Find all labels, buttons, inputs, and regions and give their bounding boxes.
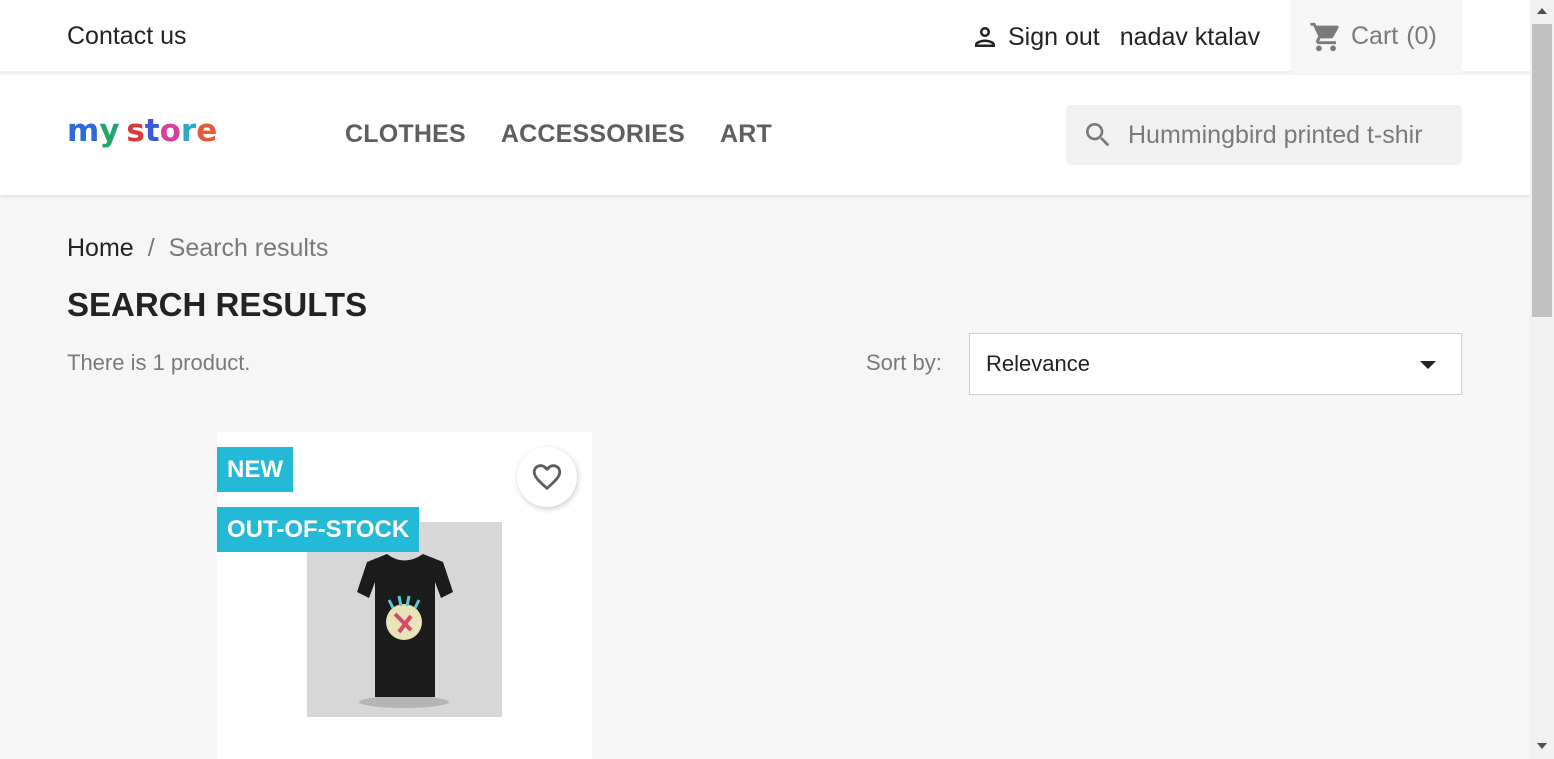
search-widget (1066, 105, 1462, 165)
category-menu: CLOTHES ACCESSORIES ART (345, 120, 772, 149)
user-icon (975, 27, 995, 47)
breadcrumb-current: Search results (168, 234, 329, 262)
chevron-down-icon (1420, 361, 1436, 369)
search-icon[interactable] (1082, 119, 1114, 151)
new-badge: NEW (217, 447, 293, 492)
cart-icon (1310, 22, 1339, 51)
breadcrumb: Home / Search results (67, 234, 328, 263)
scroll-up-icon[interactable] (1537, 8, 1547, 14)
top-nav: Contact us Sign out nadav ktalav Cart (0… (0, 0, 1530, 73)
scrollbar-thumb[interactable] (1532, 24, 1552, 317)
menu-item-accessories[interactable]: ACCESSORIES (501, 120, 685, 149)
product-count: There is 1 product. (67, 350, 251, 375)
out-of-stock-badge: OUT-OF-STOCK (217, 507, 420, 552)
cart-count: (0) (1406, 22, 1437, 50)
heart-icon (532, 464, 562, 491)
page-title: SEARCH RESULTS (67, 286, 368, 323)
search-input[interactable] (1128, 120, 1448, 150)
store-logo[interactable]: my store (67, 113, 217, 149)
breadcrumb-separator: / (147, 234, 155, 262)
wishlist-button[interactable] (517, 447, 577, 507)
menu-item-clothes[interactable]: CLOTHES (345, 120, 466, 149)
contact-us-link[interactable]: Contact us (67, 22, 187, 51)
sort-label: Sort by: (866, 350, 942, 375)
cart-label: Cart (1351, 22, 1399, 50)
sort-selected-value: Relevance (986, 351, 1090, 376)
main-header: my store CLOTHES ACCESSORIES ART (0, 75, 1530, 195)
sort-select[interactable]: Relevance (969, 333, 1462, 395)
account-name-link[interactable]: nadav ktalav (1120, 23, 1260, 52)
breadcrumb-home[interactable]: Home (67, 234, 134, 263)
cart-button[interactable]: Cart (0) (1291, 0, 1462, 73)
menu-item-art[interactable]: ART (720, 120, 772, 149)
sign-out-link[interactable]: Sign out (1008, 23, 1100, 52)
product-card[interactable]: NEW OUT-OF-STOCK (217, 432, 592, 759)
scroll-down-icon[interactable] (1537, 743, 1547, 749)
user-info: Sign out nadav ktalav (970, 22, 1260, 52)
